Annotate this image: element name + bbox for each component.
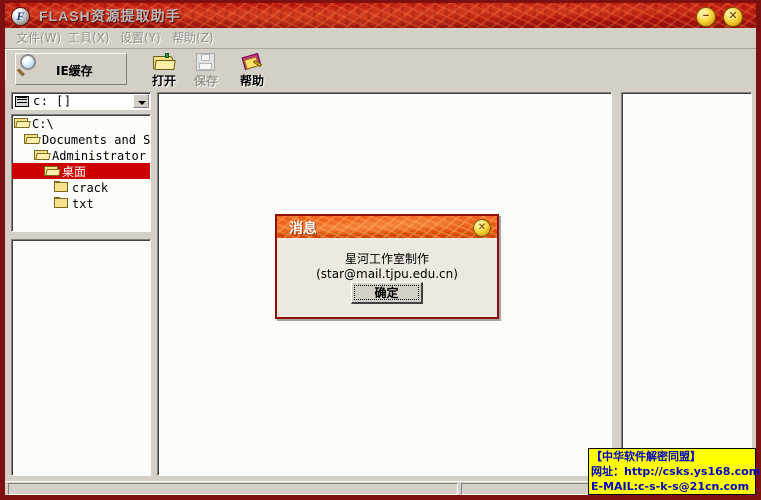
minimize-icon: − bbox=[702, 10, 710, 22]
tree-item-label: Documents and Settin bbox=[42, 133, 151, 147]
save-button[interactable]: 保存 bbox=[187, 53, 225, 89]
watermark-line-3: E-MAIL:c-s-k-s@21cn.com bbox=[591, 480, 750, 493]
status-cell-left bbox=[8, 483, 458, 495]
tree-item-label: Administrator bbox=[52, 149, 146, 163]
tree-item-label: 桌面 bbox=[62, 165, 87, 179]
magnifier-icon bbox=[16, 54, 40, 77]
dialog-title-bar: 消息 ✕ bbox=[277, 216, 497, 238]
watermark-banner: 【中华软件解密同盟】 网址：http://csks.ys168.com E-MA… bbox=[588, 448, 761, 495]
menu-item-help[interactable]: 帮助(Z) bbox=[167, 30, 219, 46]
tree-item-label: C:\ bbox=[32, 117, 54, 131]
menu-item-settings[interactable]: 设置(Y) bbox=[115, 30, 166, 46]
folder-open-icon bbox=[34, 149, 51, 161]
drive-value: c: [] bbox=[33, 94, 72, 108]
help-book-icon bbox=[241, 52, 263, 72]
watermark-line-1: 【中华软件解密同盟】 bbox=[591, 450, 701, 463]
dialog-ok-label: 确定 bbox=[354, 285, 419, 300]
menu-item-file[interactable]: 文件(W) bbox=[11, 30, 66, 46]
tree-item-txt[interactable]: txt bbox=[12, 195, 150, 211]
tree-item-label: txt bbox=[72, 197, 94, 211]
toolbar: IE缓存 打开 保存 帮助 bbox=[5, 49, 756, 90]
tree-item-documents-and-settings[interactable]: Documents and Settin bbox=[12, 131, 150, 147]
folder-open-icon bbox=[24, 133, 41, 145]
minimize-button[interactable]: − bbox=[696, 7, 716, 27]
title-bar: F FLASH资源提取助手 − ✕ bbox=[5, 3, 756, 28]
watermark-line-2: 网址：http://csks.ys168.com bbox=[591, 465, 761, 478]
folder-closed-icon bbox=[54, 197, 69, 209]
folder-open-icon bbox=[44, 165, 61, 177]
file-list-panel[interactable] bbox=[11, 239, 151, 476]
ie-cache-button[interactable]: IE缓存 bbox=[15, 53, 127, 85]
chevron-down-icon[interactable] bbox=[133, 94, 149, 108]
help-button[interactable]: 帮助 bbox=[233, 52, 271, 89]
menu-bar: 文件(W) 工具(X) 设置(Y) 帮助(Z) bbox=[5, 28, 756, 49]
tree-item-administrator[interactable]: Administrator bbox=[12, 147, 150, 163]
close-button[interactable]: ✕ bbox=[723, 7, 743, 27]
flash-logo-icon: F bbox=[11, 7, 30, 26]
directory-tree[interactable]: C:\ Documents and Settin Administrator 桌… bbox=[11, 114, 151, 232]
drive-select[interactable]: c: [] bbox=[11, 92, 151, 110]
folder-open-icon bbox=[14, 117, 31, 129]
open-label: 打开 bbox=[151, 74, 176, 88]
drive-icon bbox=[15, 96, 29, 107]
application-window: F FLASH资源提取助手 − ✕ 文件(W) 工具(X) 设置(Y) 帮助(Z… bbox=[0, 0, 761, 500]
dialog-title: 消息 bbox=[289, 221, 317, 237]
close-icon: ✕ bbox=[477, 222, 487, 233]
tree-item-c-root[interactable]: C:\ bbox=[12, 115, 150, 131]
resource-list-panel[interactable] bbox=[621, 92, 752, 476]
help-label: 帮助 bbox=[239, 74, 264, 88]
tree-item-crack[interactable]: crack bbox=[12, 179, 150, 195]
folder-open-icon bbox=[153, 53, 176, 71]
dialog-message: 星河工作室制作(star@mail.tjpu.edu.cn) bbox=[316, 252, 458, 281]
window-title: FLASH资源提取助手 bbox=[39, 8, 181, 24]
tree-item-label: crack bbox=[72, 181, 109, 195]
floppy-disk-icon bbox=[196, 53, 216, 72]
ie-cache-label: IE缓存 bbox=[56, 64, 93, 78]
dialog-ok-button[interactable]: 确定 bbox=[351, 282, 423, 304]
save-label: 保存 bbox=[193, 74, 218, 88]
open-button[interactable]: 打开 bbox=[145, 53, 183, 89]
close-icon: ✕ bbox=[728, 10, 738, 22]
folder-closed-icon bbox=[54, 181, 69, 193]
menu-item-tools[interactable]: 工具(X) bbox=[63, 30, 115, 46]
message-dialog: 消息 ✕ 星河工作室制作(star@mail.tjpu.edu.cn) 确定 bbox=[275, 214, 499, 319]
tree-item-desktop[interactable]: 桌面 bbox=[12, 163, 150, 179]
dialog-close-button[interactable]: ✕ bbox=[473, 219, 491, 237]
